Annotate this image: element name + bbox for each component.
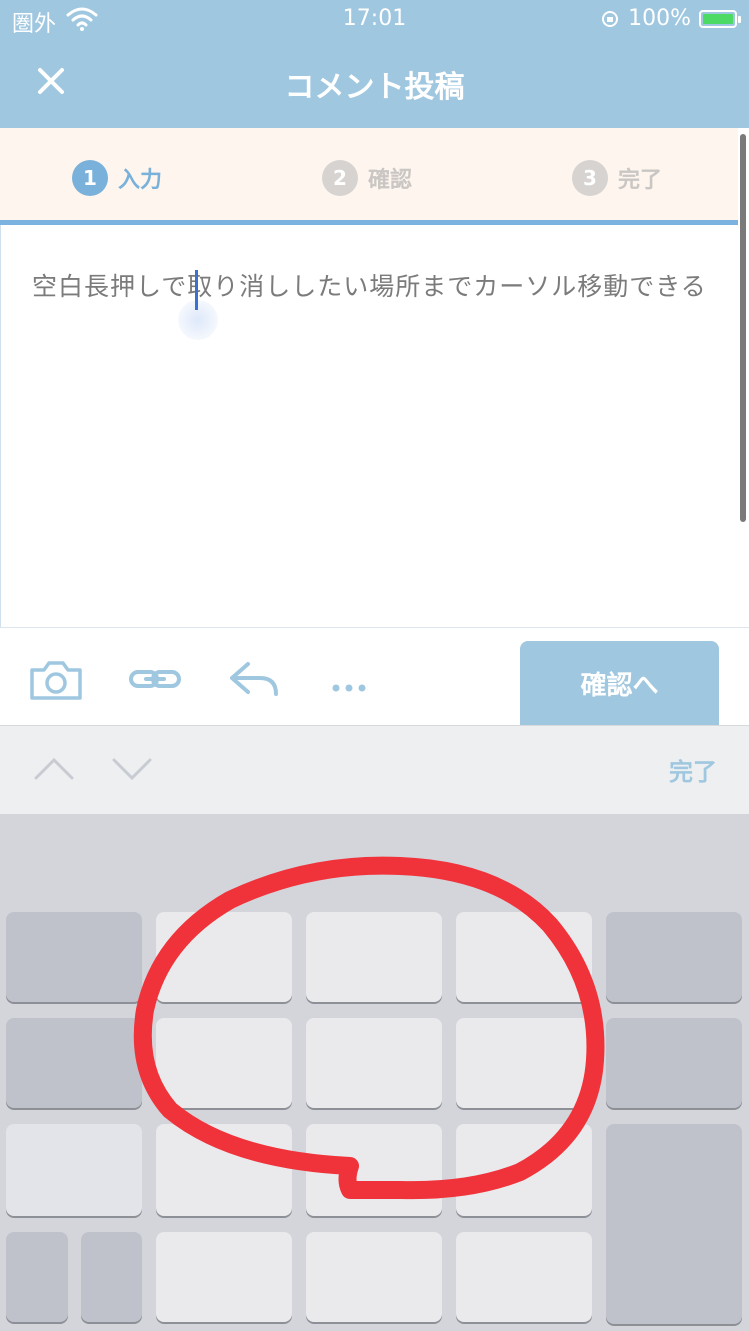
keyboard-key[interactable] xyxy=(456,912,592,1002)
camera-icon[interactable] xyxy=(28,654,84,704)
keyboard-key[interactable] xyxy=(306,1124,442,1216)
done-button[interactable]: 完了 xyxy=(669,752,717,787)
chevron-down-icon[interactable] xyxy=(110,752,154,786)
keyboard-key[interactable] xyxy=(156,1124,292,1216)
battery-percent: 100% xyxy=(628,6,691,31)
reply-icon[interactable] xyxy=(226,654,282,704)
keyboard-key[interactable] xyxy=(306,912,442,1002)
step-complete: 3 完了 xyxy=(572,160,662,196)
keyboard-key[interactable] xyxy=(456,1232,592,1322)
keyboard-key[interactable] xyxy=(81,1232,142,1322)
step-label: 完了 xyxy=(618,168,663,193)
step-input: 1 入力 xyxy=(72,160,162,196)
confirm-button[interactable]: 確認へ xyxy=(520,641,719,725)
keyboard-key[interactable] xyxy=(306,1232,442,1322)
status-right: 100% xyxy=(600,6,741,31)
battery-icon xyxy=(699,9,741,28)
more-icon[interactable] xyxy=(322,654,378,704)
keyboard-key[interactable] xyxy=(606,912,742,1002)
step-label: 入力 xyxy=(118,168,163,193)
step-confirm: 2 確認 xyxy=(322,160,412,196)
keyboard-key[interactable] xyxy=(606,1018,742,1108)
keyboard-key[interactable] xyxy=(306,1018,442,1108)
keyboard-key[interactable] xyxy=(456,1018,592,1108)
scrollbar-thumb[interactable] xyxy=(740,134,746,522)
keyboard-key[interactable] xyxy=(156,1232,292,1322)
keyboard-key[interactable] xyxy=(6,1124,142,1216)
step-number: 1 xyxy=(72,160,108,196)
step-indicator: 1 入力 2 確認 3 完了 xyxy=(0,128,738,220)
link-icon[interactable] xyxy=(128,654,184,704)
keyboard-key[interactable] xyxy=(456,1124,592,1216)
chevron-up-icon[interactable] xyxy=(32,752,76,786)
step-number: 3 xyxy=(572,160,608,196)
keyboard-key[interactable] xyxy=(156,912,292,1002)
keyboard-key[interactable] xyxy=(6,912,142,1002)
comment-text: 空白長押しで取り消ししたい場所までカーソル移動できる xyxy=(32,272,707,301)
step-number: 2 xyxy=(322,160,358,196)
text-cursor xyxy=(195,270,198,310)
keyboard-key[interactable] xyxy=(6,1018,142,1108)
page-title: コメント投稿 xyxy=(284,70,465,105)
keyboard-key[interactable] xyxy=(156,1018,292,1108)
keyboard-key[interactable] xyxy=(606,1124,742,1324)
step-label: 確認 xyxy=(368,168,413,193)
orientation-lock-icon xyxy=(602,10,619,27)
keyboard-key[interactable] xyxy=(6,1232,68,1322)
cursor-glow xyxy=(178,300,218,340)
